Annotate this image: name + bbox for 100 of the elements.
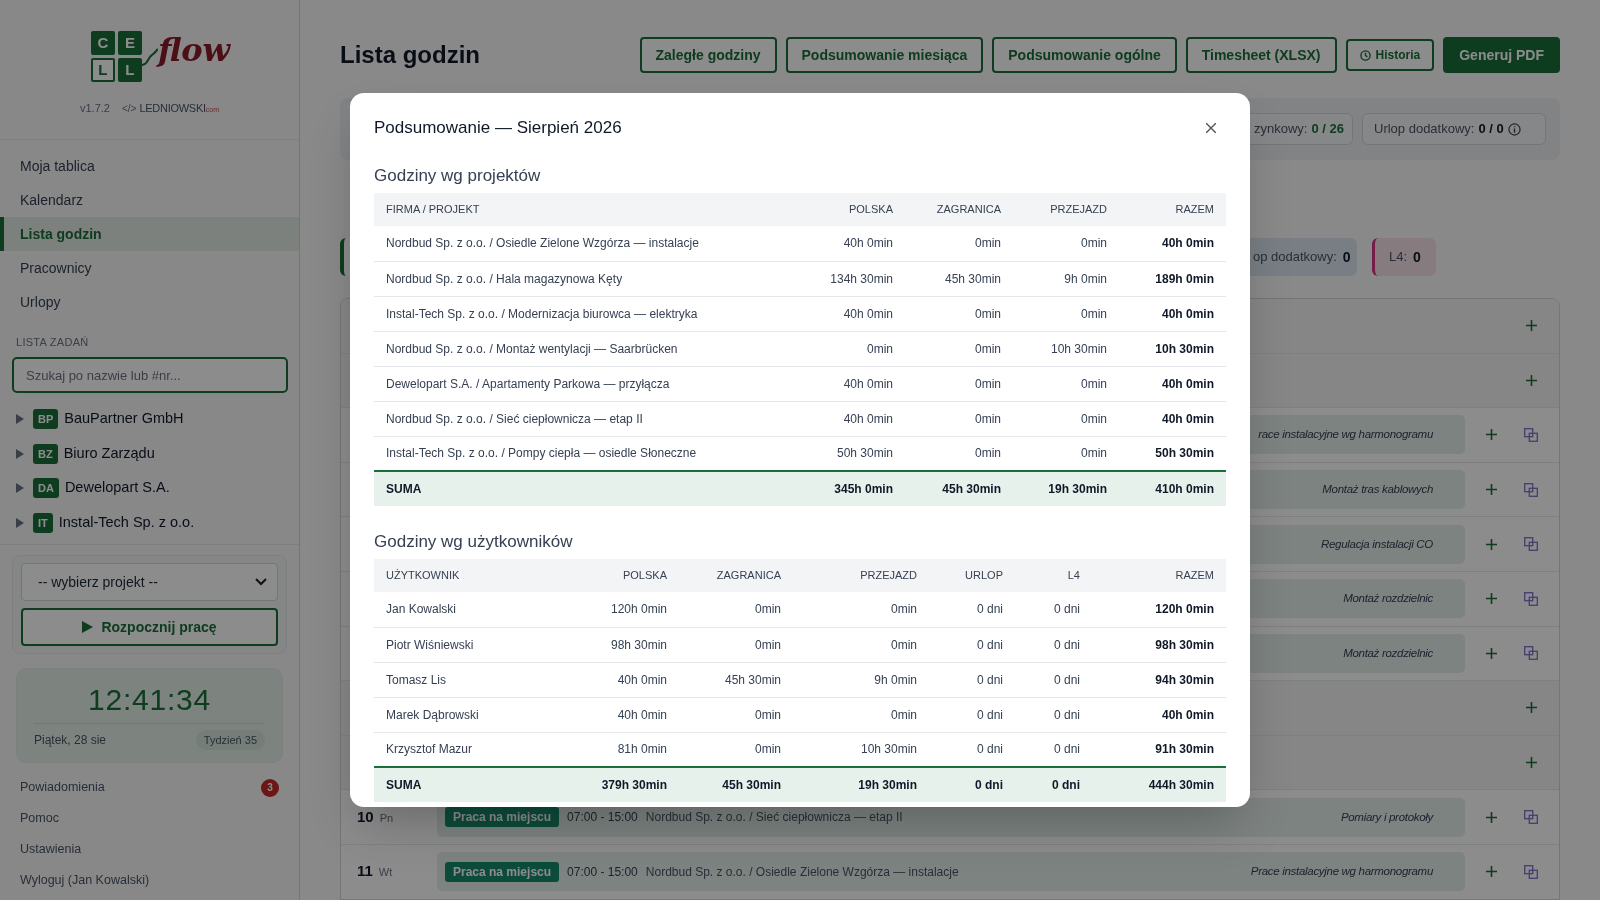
client-item[interactable]: Dewelopart S.A.: [64, 477, 170, 500]
table-cell: 0min: [1013, 401, 1119, 436]
plus-icon[interactable]: [1485, 484, 1497, 496]
client-item[interactable]: BauPartner GmbH: [64, 408, 184, 431]
column-header[interactable]: ZAGRANICA: [679, 559, 793, 592]
table-cell: 0min: [1013, 226, 1119, 261]
logo-letter: L: [117, 58, 142, 82]
table-cell: 0min: [679, 592, 793, 627]
project-select[interactable]: -- wybierz projekt --: [21, 563, 278, 601]
table-cell: 0min: [905, 436, 1013, 471]
column-header[interactable]: PRZEJAZD: [793, 559, 929, 592]
table-cell: 0min: [905, 226, 1013, 261]
copy-icon[interactable]: [1524, 864, 1538, 879]
nav-item[interactable]: Pracownicy: [0, 251, 299, 285]
action-button[interactable]: Historia: [1345, 39, 1435, 71]
expand-icon[interactable]: [16, 483, 24, 494]
column-header[interactable]: POLSKA: [555, 559, 679, 592]
copy-icon[interactable]: [1524, 537, 1538, 552]
footer-link[interactable]: Pomoc: [20, 809, 59, 828]
nav-item[interactable]: Moja tablica: [0, 149, 299, 183]
copy-icon[interactable]: [1524, 646, 1538, 661]
plus-icon[interactable]: [1525, 374, 1537, 386]
action-button[interactable]: Generuj PDF: [1443, 37, 1560, 73]
table-cell: 0min: [793, 627, 929, 662]
search-field[interactable]: Szukaj po nazwie lub #nr...: [12, 357, 288, 393]
total-cell: 444h 30min: [1092, 767, 1226, 802]
action-button[interactable]: Timesheet (XLSX): [1185, 37, 1337, 73]
table-cell: 0 dni: [1015, 627, 1092, 662]
table-cell: Nordbud Sp. z o.o. / Montaż wentylacji — Saarbrücken: [374, 331, 797, 366]
nav-item[interactable]: Urlopy: [0, 285, 299, 319]
table-cell: Nordbud Sp. z o.o. / Osiedle Zielone Wzgórza — instalacje: [374, 226, 797, 261]
column-header[interactable]: FIRMA / PROJEKT: [374, 193, 797, 226]
plus-icon[interactable]: [1485, 429, 1497, 441]
entry-box[interactable]: Praca na miejscu 07:00 - 15:00 Nordbud Sp. z o.o. / Osiedle Zielone Wzgórza — instalacje Prace instalacyjne wg harmonogramu: [437, 852, 1465, 892]
footer-link[interactable]: Ustawienia: [20, 840, 82, 859]
column-header[interactable]: RAZEM: [1092, 559, 1226, 592]
client-item[interactable]: Biuro Zarządu: [63, 442, 155, 465]
close-icon[interactable]: [1206, 123, 1216, 133]
table-cell: 0 dni: [929, 627, 1015, 662]
info-icon[interactable]: [1507, 122, 1521, 136]
table-cell: 0 dni: [1015, 697, 1092, 732]
total-cell: 45h 30min: [905, 471, 1013, 506]
expand-icon[interactable]: [16, 448, 24, 459]
copy-icon[interactable]: [1524, 428, 1538, 442]
project-label: Nordbud Sp. z o.o. / Osiedle Zielone Wzgórza — instalacje: [645, 863, 959, 881]
client-badge: DA: [33, 478, 59, 499]
plus-icon[interactable]: [1525, 702, 1537, 714]
table-cell: 50h 30min: [1119, 436, 1226, 471]
footer-link[interactable]: Wyloguj (Jan Kowalski): [20, 871, 150, 890]
table-cell: 0 dni: [1015, 592, 1092, 627]
table-cell: 40h 0min: [555, 697, 679, 732]
copy-icon[interactable]: [1524, 591, 1538, 606]
table-cell: 120h 0min: [1092, 592, 1226, 627]
nav-item[interactable]: Lista godzin: [0, 217, 299, 251]
copy-icon[interactable]: [1524, 482, 1538, 497]
column-header[interactable]: L4: [1015, 559, 1092, 592]
expand-icon[interactable]: [16, 517, 24, 528]
column-header[interactable]: PRZEJAZD: [1013, 193, 1119, 226]
nav-item[interactable]: Kalendarz: [0, 183, 299, 217]
action-button[interactable]: Podsumowanie miesiąca: [785, 37, 984, 73]
table-cell: 0min: [793, 697, 929, 732]
entry-note: Pomiary i protokoły: [1340, 809, 1433, 825]
table-cell: Marek Dąbrowski: [374, 697, 555, 732]
plus-icon[interactable]: [1485, 866, 1497, 878]
table-cell: 81h 0min: [555, 732, 679, 767]
plus-icon[interactable]: [1485, 538, 1497, 550]
action-button[interactable]: Podsumowanie ogólne: [992, 37, 1177, 73]
dialog-title: Podsumowanie — Sierpień 2026: [374, 117, 622, 139]
footer-link[interactable]: Powiadomienia: [20, 778, 105, 797]
plus-icon[interactable]: [1525, 320, 1537, 332]
column-header[interactable]: POLSKA: [797, 193, 905, 226]
client-badge: IT: [33, 512, 53, 533]
table-cell: 40h 0min: [1119, 401, 1226, 436]
expand-icon[interactable]: [16, 414, 24, 425]
table-cell: 94h 30min: [1092, 662, 1226, 697]
column-header[interactable]: ZAGRANICA: [905, 193, 1013, 226]
copy-icon[interactable]: [1524, 810, 1538, 825]
plus-icon[interactable]: [1485, 647, 1497, 659]
time-range: 07:00 - 15:00: [567, 809, 638, 827]
time-range: 07:00 - 15:00: [567, 863, 638, 881]
action-button[interactable]: Zaległe godziny: [639, 37, 777, 73]
table-cell: 10h 30min: [1119, 331, 1226, 366]
type-badge: Praca na miejscu: [445, 861, 560, 882]
client-item[interactable]: Instal-Tech Sp. z o.o.: [58, 511, 195, 534]
plus-icon[interactable]: [1485, 593, 1497, 605]
project-label: Nordbud Sp. z o.o. / Sieć ciepłownicza — etap II: [645, 809, 903, 827]
entry-note: race instalacyjne wg harmonogramu: [1258, 427, 1433, 443]
table-cell: 9h 0min: [1013, 261, 1119, 296]
total-cell: 0 dni: [1015, 767, 1092, 802]
plus-icon[interactable]: [1525, 757, 1537, 769]
start-button[interactable]: Rozpocznij pracę: [21, 608, 278, 646]
table-cell: Jan Kowalski: [374, 592, 555, 627]
column-header[interactable]: RAZEM: [1119, 193, 1226, 226]
logo-wordmark: flow: [157, 33, 231, 66]
plus-icon[interactable]: [1485, 811, 1497, 823]
table-cell: Instal-Tech Sp. z o.o. / Pompy ciepła — osiedle Słoneczne: [374, 436, 797, 471]
table-cell: 134h 30min: [797, 261, 905, 296]
table-cell: 0min: [679, 697, 793, 732]
column-header[interactable]: URLOP: [929, 559, 1015, 592]
column-header[interactable]: UŻYTKOWNIK: [374, 559, 555, 592]
